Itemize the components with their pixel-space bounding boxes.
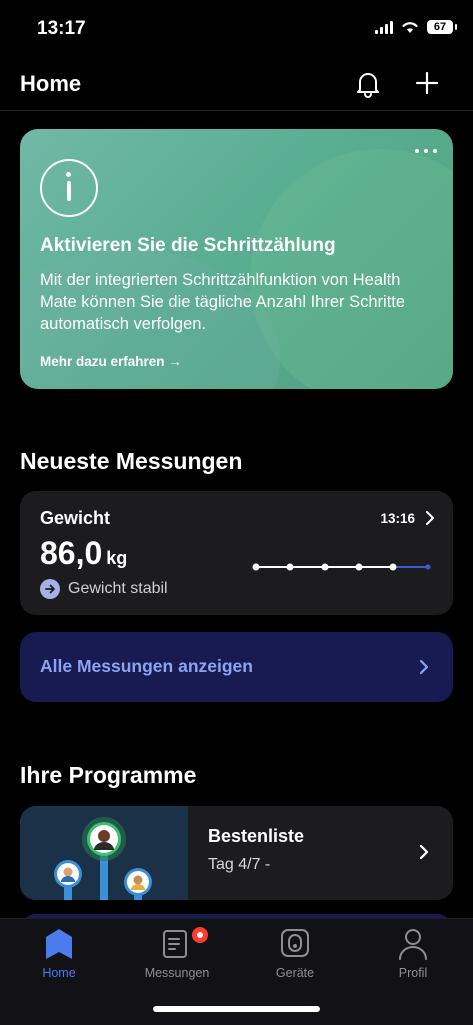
leaderboard-illustration bbox=[20, 806, 188, 900]
step-counting-promo-card[interactable]: Aktivieren Sie die Schrittzählung Mit de… bbox=[20, 129, 453, 389]
home-icon bbox=[46, 929, 72, 959]
all-measurements-button[interactable]: Alle Messungen anzeigen bbox=[20, 632, 453, 702]
notification-badge bbox=[190, 925, 210, 945]
page-title: Home bbox=[20, 71, 82, 96]
weight-label: Gewicht bbox=[40, 508, 111, 528]
weight-trend: Gewicht stabil bbox=[40, 579, 168, 599]
measurements-icon bbox=[163, 930, 187, 958]
chevron-right-icon bbox=[419, 844, 429, 860]
promo-description: Mit der integrierten Schrittzählfunktion… bbox=[40, 271, 406, 333]
weight-unit: kg bbox=[106, 548, 128, 568]
promo-title: Aktivieren Sie die Schrittzählung bbox=[40, 235, 336, 256]
weight-sparkline bbox=[252, 563, 431, 571]
sparkline-point bbox=[425, 564, 431, 570]
home-indicator[interactable] bbox=[153, 1006, 320, 1012]
cellular-signal-icon bbox=[375, 20, 393, 34]
tab-measurements[interactable]: Messungen bbox=[118, 919, 236, 989]
all-measurements-label: Alle Messungen anzeigen bbox=[40, 656, 253, 676]
profile-icon bbox=[399, 929, 427, 960]
weight-trend-text: Gewicht stabil bbox=[68, 580, 168, 597]
weight-number: 86,0 bbox=[40, 535, 103, 571]
add-plus-icon[interactable] bbox=[414, 70, 440, 96]
info-icon bbox=[40, 159, 98, 217]
status-time: 13:17 bbox=[37, 18, 86, 39]
sparkline-point bbox=[355, 563, 363, 571]
program-title: Bestenliste bbox=[208, 826, 305, 846]
more-options-icon[interactable] bbox=[415, 149, 437, 153]
program-progress: Tag 4/7 - bbox=[208, 856, 271, 873]
notifications-bell-icon[interactable] bbox=[355, 70, 381, 98]
sparkline-point bbox=[252, 563, 260, 571]
leaderboard-program-card[interactable]: Bestenliste Tag 4/7 - bbox=[20, 806, 453, 900]
chevron-right-icon bbox=[426, 511, 434, 525]
weight-measurement-card[interactable]: Gewicht 13:16 86,0 kg Gewicht stabil bbox=[20, 491, 453, 615]
app-header: Home bbox=[0, 58, 473, 111]
programs-heading: Ihre Programme bbox=[20, 762, 197, 788]
tab-label: Messungen bbox=[144, 966, 210, 980]
tab-home[interactable]: Home bbox=[0, 919, 118, 989]
sparkline-point bbox=[389, 563, 397, 571]
tab-devices[interactable]: Geräte bbox=[236, 919, 354, 989]
latest-measurements-heading: Neueste Messungen bbox=[20, 448, 243, 474]
arrow-right-icon bbox=[40, 579, 60, 599]
battery-icon: 67 bbox=[427, 20, 457, 34]
tab-profile[interactable]: Profil bbox=[354, 919, 472, 989]
status-icons: 67 bbox=[375, 20, 457, 34]
tab-label: Geräte bbox=[275, 966, 315, 980]
tab-label: Profil bbox=[398, 966, 428, 980]
status-bar: 13:17 67 bbox=[0, 0, 473, 58]
sparkline-point bbox=[286, 563, 294, 571]
sparkline-point bbox=[321, 563, 329, 571]
weight-value: 86,0 kg bbox=[40, 535, 127, 572]
wifi-icon bbox=[402, 22, 418, 33]
weight-time: 13:16 bbox=[380, 511, 415, 526]
devices-icon bbox=[281, 929, 309, 957]
learn-more-link[interactable]: Mehr dazu erfahren → bbox=[40, 354, 182, 369]
tab-label: Home bbox=[42, 966, 76, 980]
chevron-right-icon bbox=[419, 659, 429, 675]
